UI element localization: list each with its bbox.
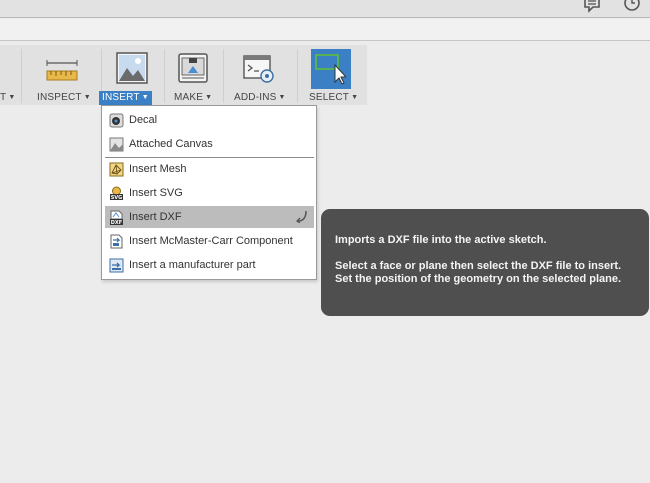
svg-text:DXF: DXF	[111, 220, 122, 225]
toolbar-inspect-label: INSPECT	[37, 92, 82, 103]
chevron-down-icon: ▼	[205, 94, 213, 101]
toolbar-select-label: SELECT	[309, 92, 350, 103]
toolbar-group-previous[interactable]: T ▼	[0, 45, 18, 105]
toolbar-group-addins[interactable]: ADD-INS ▼	[224, 45, 296, 105]
tooltip-description: Select a face or plane then select the D…	[335, 260, 622, 285]
menu-item-label: Insert DXF	[129, 211, 182, 223]
menu-item-insert-dxf[interactable]: DXF Insert DXF	[105, 206, 314, 228]
menu-item-decal[interactable]: Decal	[105, 109, 314, 131]
menu-item-insert-mcmaster[interactable]: Insert McMaster-Carr Component	[105, 230, 314, 252]
menu-item-insert-manufacturer-part[interactable]: Insert a manufacturer part	[105, 254, 314, 276]
notifications-icon[interactable]	[582, 0, 602, 16]
chevron-down-icon: ▼	[278, 94, 286, 101]
toolbar-group-inspect[interactable]: INSPECT ▼	[24, 45, 100, 105]
toolbar-group-insert[interactable]: INSERT ▼	[99, 45, 162, 105]
chevron-down-icon: ▼	[141, 94, 149, 101]
chevron-down-icon: ▼	[8, 94, 16, 101]
toolbar-previous-label: T	[0, 92, 7, 103]
scripts-addins-icon	[243, 55, 274, 83]
menu-item-label: Insert Mesh	[129, 163, 187, 175]
insert-dropdown-menu: Decal Attached Canvas Insert Mesh SVG In…	[101, 105, 317, 280]
history-clock-icon[interactable]	[622, 0, 642, 16]
manufacturer-part-icon	[109, 258, 124, 272]
insert-image-icon	[116, 52, 148, 84]
insert-dxf-tooltip: Imports a DXF file into the active sketc…	[321, 209, 649, 316]
pin-to-toolbar-icon[interactable]	[296, 210, 308, 223]
menu-item-insert-svg[interactable]: SVG Insert SVG	[105, 182, 314, 204]
dxf-file-icon: DXF	[110, 210, 123, 225]
toolbar-group-select[interactable]: SELECT ▼	[298, 45, 366, 105]
select-arrow-icon	[315, 54, 346, 85]
top-bar	[0, 0, 650, 18]
toolbar-addins-label: ADD-INS	[234, 92, 277, 103]
canvas-icon	[109, 137, 124, 151]
ribbon-toolbar: T ▼ INSPECT ▼ INSERT ▼ MAKE ▼ ADD-INS ▼ …	[0, 45, 367, 105]
decal-icon	[109, 113, 124, 127]
toolbar-insert-label: INSERT	[102, 92, 140, 103]
chevron-down-icon: ▼	[351, 94, 359, 101]
mcmaster-icon	[110, 234, 123, 248]
menu-item-label: Insert McMaster-Carr Component	[129, 235, 293, 247]
mesh-icon	[109, 162, 124, 176]
chevron-down-icon: ▼	[83, 94, 91, 101]
toolbar-make-label: MAKE	[174, 92, 204, 103]
menu-item-attached-canvas[interactable]: Attached Canvas	[105, 133, 314, 155]
menu-item-label: Insert a manufacturer part	[129, 259, 256, 271]
menu-item-insert-mesh[interactable]: Insert Mesh	[105, 158, 314, 180]
tab-strip	[0, 19, 650, 41]
menu-item-label: Decal	[129, 114, 158, 126]
3d-print-icon	[178, 53, 208, 83]
tooltip-summary: Imports a DXF file into the active sketc…	[335, 234, 547, 246]
measure-ruler-icon	[46, 60, 78, 81]
toolbar-group-make[interactable]: MAKE ▼	[165, 45, 221, 105]
menu-item-label: Attached Canvas	[129, 138, 213, 150]
svg-text:SVG: SVG	[111, 195, 123, 201]
menu-item-label: Insert SVG	[129, 187, 183, 199]
toolbar-separator	[21, 49, 22, 103]
svg-file-icon: SVG	[110, 186, 123, 201]
